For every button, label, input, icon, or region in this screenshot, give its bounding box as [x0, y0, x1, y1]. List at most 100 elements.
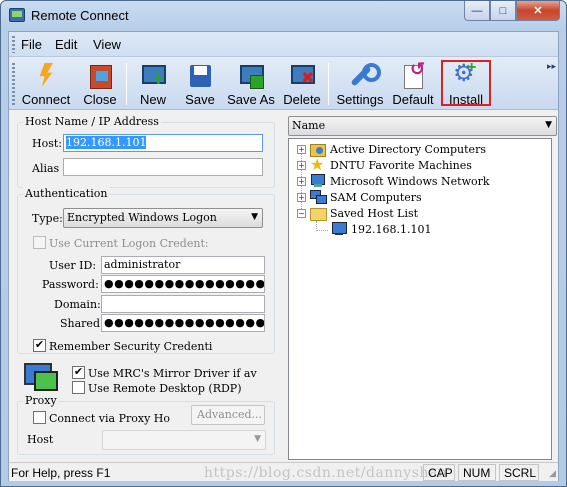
mirror-driver-monitor-icon: [24, 363, 58, 391]
host-group-title: Host Name / IP Address: [23, 115, 161, 128]
auth-type-select[interactable]: Encrypted Windows Logon ▼: [63, 208, 263, 228]
delete-button[interactable]: Delete: [280, 61, 324, 107]
delete-label: Delete: [283, 92, 321, 107]
star-icon: [310, 155, 326, 174]
door-exit-icon: [87, 63, 113, 89]
authentication-group-title: Authentication: [23, 187, 110, 200]
proxy-checkbox[interactable]: [33, 411, 46, 424]
mirror-driver-checkbox[interactable]: ✔: [72, 366, 85, 379]
window-title: Remote Connect: [31, 8, 129, 23]
active-directory-icon: [310, 142, 326, 157]
app-computer-icon: [9, 8, 25, 22]
auth-type-value: Encrypted Windows Logon: [67, 211, 217, 224]
save-label: Save: [185, 92, 215, 107]
password-input[interactable]: ●●●●●●●●●●●●●●●●: [101, 275, 265, 293]
network-icon: [310, 174, 326, 188]
expand-plus-icon[interactable]: +: [297, 144, 306, 154]
save-as-icon: [238, 63, 264, 89]
host-tree-view[interactable]: + Active Directory Computers + DNTU Favo…: [288, 138, 552, 460]
host-label: Host:: [32, 137, 62, 150]
save-as-button[interactable]: Save As: [225, 61, 277, 107]
tree-node-label: SAM Computers: [330, 190, 422, 204]
chevron-down-icon: ▼: [545, 120, 552, 130]
wrench-icon: [347, 63, 381, 89]
computer-icon: [331, 222, 347, 236]
proxy-group-title: Proxy: [23, 394, 59, 407]
connect-button[interactable]: Connect: [17, 61, 75, 107]
toolbar-grip[interactable]: [12, 63, 15, 105]
rdp-label: Use Remote Desktop (RDP): [88, 382, 242, 395]
expand-plus-icon[interactable]: +: [297, 160, 306, 170]
rdp-checkbox[interactable]: [72, 381, 85, 394]
default-label: Default: [392, 92, 434, 107]
tree-node-favorites[interactable]: + DNTU Favorite Machines: [297, 155, 472, 174]
install-gear-icon: [453, 59, 479, 89]
floppy-disk-icon: [187, 63, 213, 89]
tree-node-saved-host-list[interactable]: − Saved Host List: [297, 206, 419, 221]
tree-connector: [316, 230, 328, 231]
user-id-label: User ID:: [49, 259, 97, 272]
chevron-down-icon: ▼: [251, 212, 258, 222]
tree-node-label: DNTU Favorite Machines: [330, 158, 472, 172]
app-window: Remote Connect — □ ✕ File Edit View Conn…: [0, 0, 567, 487]
tree-node-active-directory[interactable]: + Active Directory Computers: [297, 142, 486, 157]
user-id-input[interactable]: administrator: [101, 256, 265, 274]
proxy-connect-label: Connect via Proxy Ho: [49, 412, 170, 425]
resize-grip-icon[interactable]: ◢: [549, 468, 556, 479]
tree-node-sam-computers[interactable]: + SAM Computers: [297, 190, 422, 204]
shared-label: Shared: [60, 317, 100, 330]
new-computer-icon: [140, 63, 166, 89]
collapse-minus-icon[interactable]: −: [297, 208, 306, 218]
toolbar-separator: [126, 63, 127, 105]
close-window-button[interactable]: ✕: [516, 1, 560, 21]
menu-grip[interactable]: [12, 36, 15, 53]
settings-button[interactable]: Settings: [334, 61, 386, 107]
name-column-select[interactable]: Name ▼: [288, 116, 557, 136]
status-num: NUM: [458, 464, 496, 481]
tree-node-host-192-168-1-101[interactable]: 192.168.1.101: [331, 222, 431, 236]
proxy-host-label: Host: [27, 433, 54, 446]
host-input[interactable]: 192.168.1.101: [63, 134, 263, 152]
expand-plus-icon[interactable]: +: [297, 176, 306, 186]
install-button[interactable]: Install: [443, 59, 489, 107]
expand-plus-icon[interactable]: +: [297, 192, 306, 202]
shared-secret-input[interactable]: ●●●●●●●●●●●●●●●●: [101, 314, 265, 332]
remember-credentials-label: Remember Security Credenti: [49, 340, 213, 353]
remember-credentials-checkbox[interactable]: ✔: [33, 339, 46, 352]
proxy-host-select[interactable]: ▼: [102, 430, 266, 450]
save-as-label: Save As: [227, 92, 275, 107]
save-button[interactable]: Save: [179, 61, 221, 107]
folder-icon: [310, 206, 327, 221]
connect-label: Connect: [21, 92, 71, 107]
alias-input[interactable]: [63, 158, 263, 176]
status-scrl: SCRL: [499, 464, 539, 481]
tree-node-label: Active Directory Computers: [330, 142, 486, 156]
password-label: Password:: [42, 278, 99, 291]
tree-node-label: Saved Host List: [330, 206, 419, 220]
use-current-logon-label: Use Current Logon Credent:: [49, 237, 209, 250]
use-current-logon-checkbox[interactable]: [33, 236, 46, 249]
install-label: Install: [449, 92, 483, 107]
host-value: 192.168.1.101: [66, 136, 147, 149]
maximize-button[interactable]: □: [490, 1, 516, 21]
new-button[interactable]: New: [133, 61, 173, 107]
toolbar-overflow-chevron-icon[interactable]: ▸▸: [547, 61, 556, 72]
tree-node-windows-network[interactable]: + Microsoft Windows Network: [297, 174, 490, 188]
menu-view[interactable]: View: [93, 37, 121, 52]
watermark-text: https://blog.csdn.net/dannyshan: [204, 465, 448, 481]
advanced-button[interactable]: Advanced...: [191, 405, 265, 425]
computers-icon: [310, 190, 327, 204]
menu-bar: File Edit View: [9, 32, 558, 57]
menu-file[interactable]: File: [21, 37, 42, 52]
status-bar: For Help, press F1 https://blog.csdn.net…: [9, 462, 558, 481]
delete-computer-icon: [289, 63, 315, 89]
type-label: Type:: [32, 212, 63, 225]
minimize-button[interactable]: —: [464, 1, 490, 21]
title-bar[interactable]: Remote Connect — □ ✕: [1, 1, 566, 31]
reset-default-icon: [400, 59, 426, 89]
close-button[interactable]: Close: [77, 61, 123, 107]
domain-input[interactable]: [101, 295, 265, 313]
menu-edit[interactable]: Edit: [55, 37, 77, 52]
default-button[interactable]: Default: [389, 59, 437, 107]
tree-node-label: Microsoft Windows Network: [330, 174, 490, 188]
